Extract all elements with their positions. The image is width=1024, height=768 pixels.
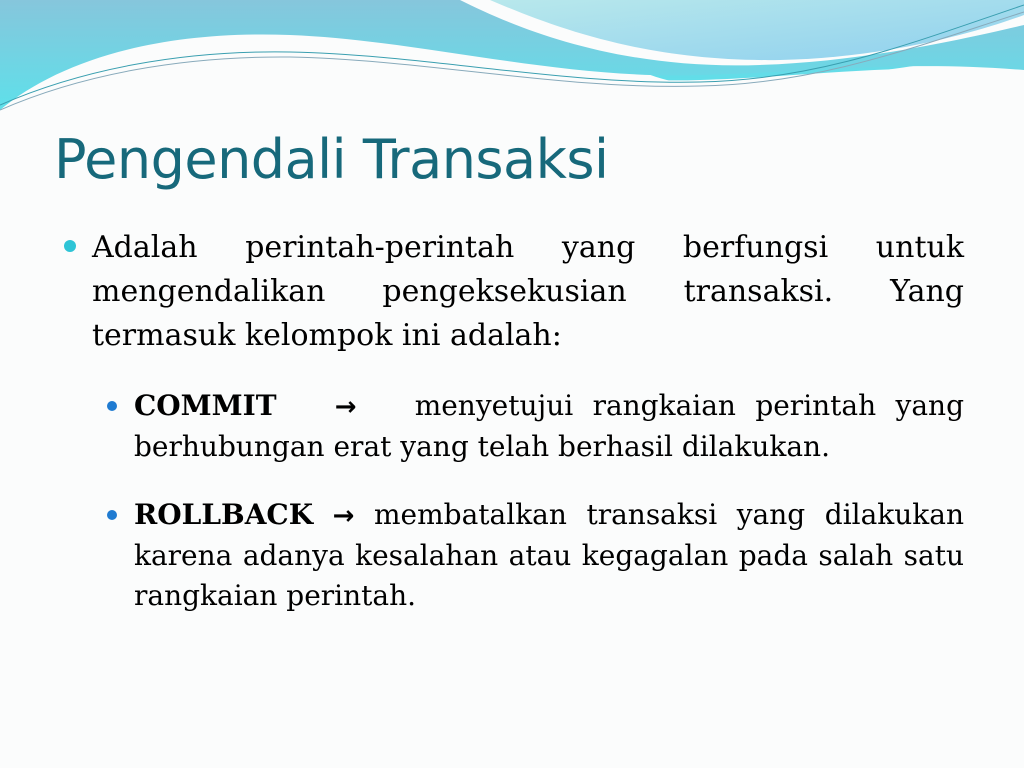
arrow-right-icon: → bbox=[332, 501, 355, 531]
sub-bullet-rollback: ROLLBACK → membatalkan transaksi yang di… bbox=[107, 495, 964, 616]
slide-title: Pengendali Transaksi bbox=[54, 128, 609, 191]
bullet-icon bbox=[107, 510, 117, 520]
keyword-commit: COMMIT bbox=[134, 389, 277, 422]
bullet-text: Adalah perintah-perintah yang berfungsi … bbox=[92, 230, 964, 353]
sub-bullet-commit: COMMIT → menyetujui rangkaian perintah y… bbox=[107, 386, 964, 467]
bullet-icon bbox=[64, 240, 76, 252]
keyword-rollback: ROLLBACK bbox=[134, 498, 314, 531]
header-wave-decoration bbox=[0, 0, 1024, 140]
arrow-right-icon: → bbox=[334, 392, 357, 422]
bullet-icon bbox=[107, 401, 117, 411]
bullet-item: Adalah perintah-perintah yang berfungsi … bbox=[64, 226, 964, 358]
slide-content: Adalah perintah-perintah yang berfungsi … bbox=[64, 226, 964, 626]
